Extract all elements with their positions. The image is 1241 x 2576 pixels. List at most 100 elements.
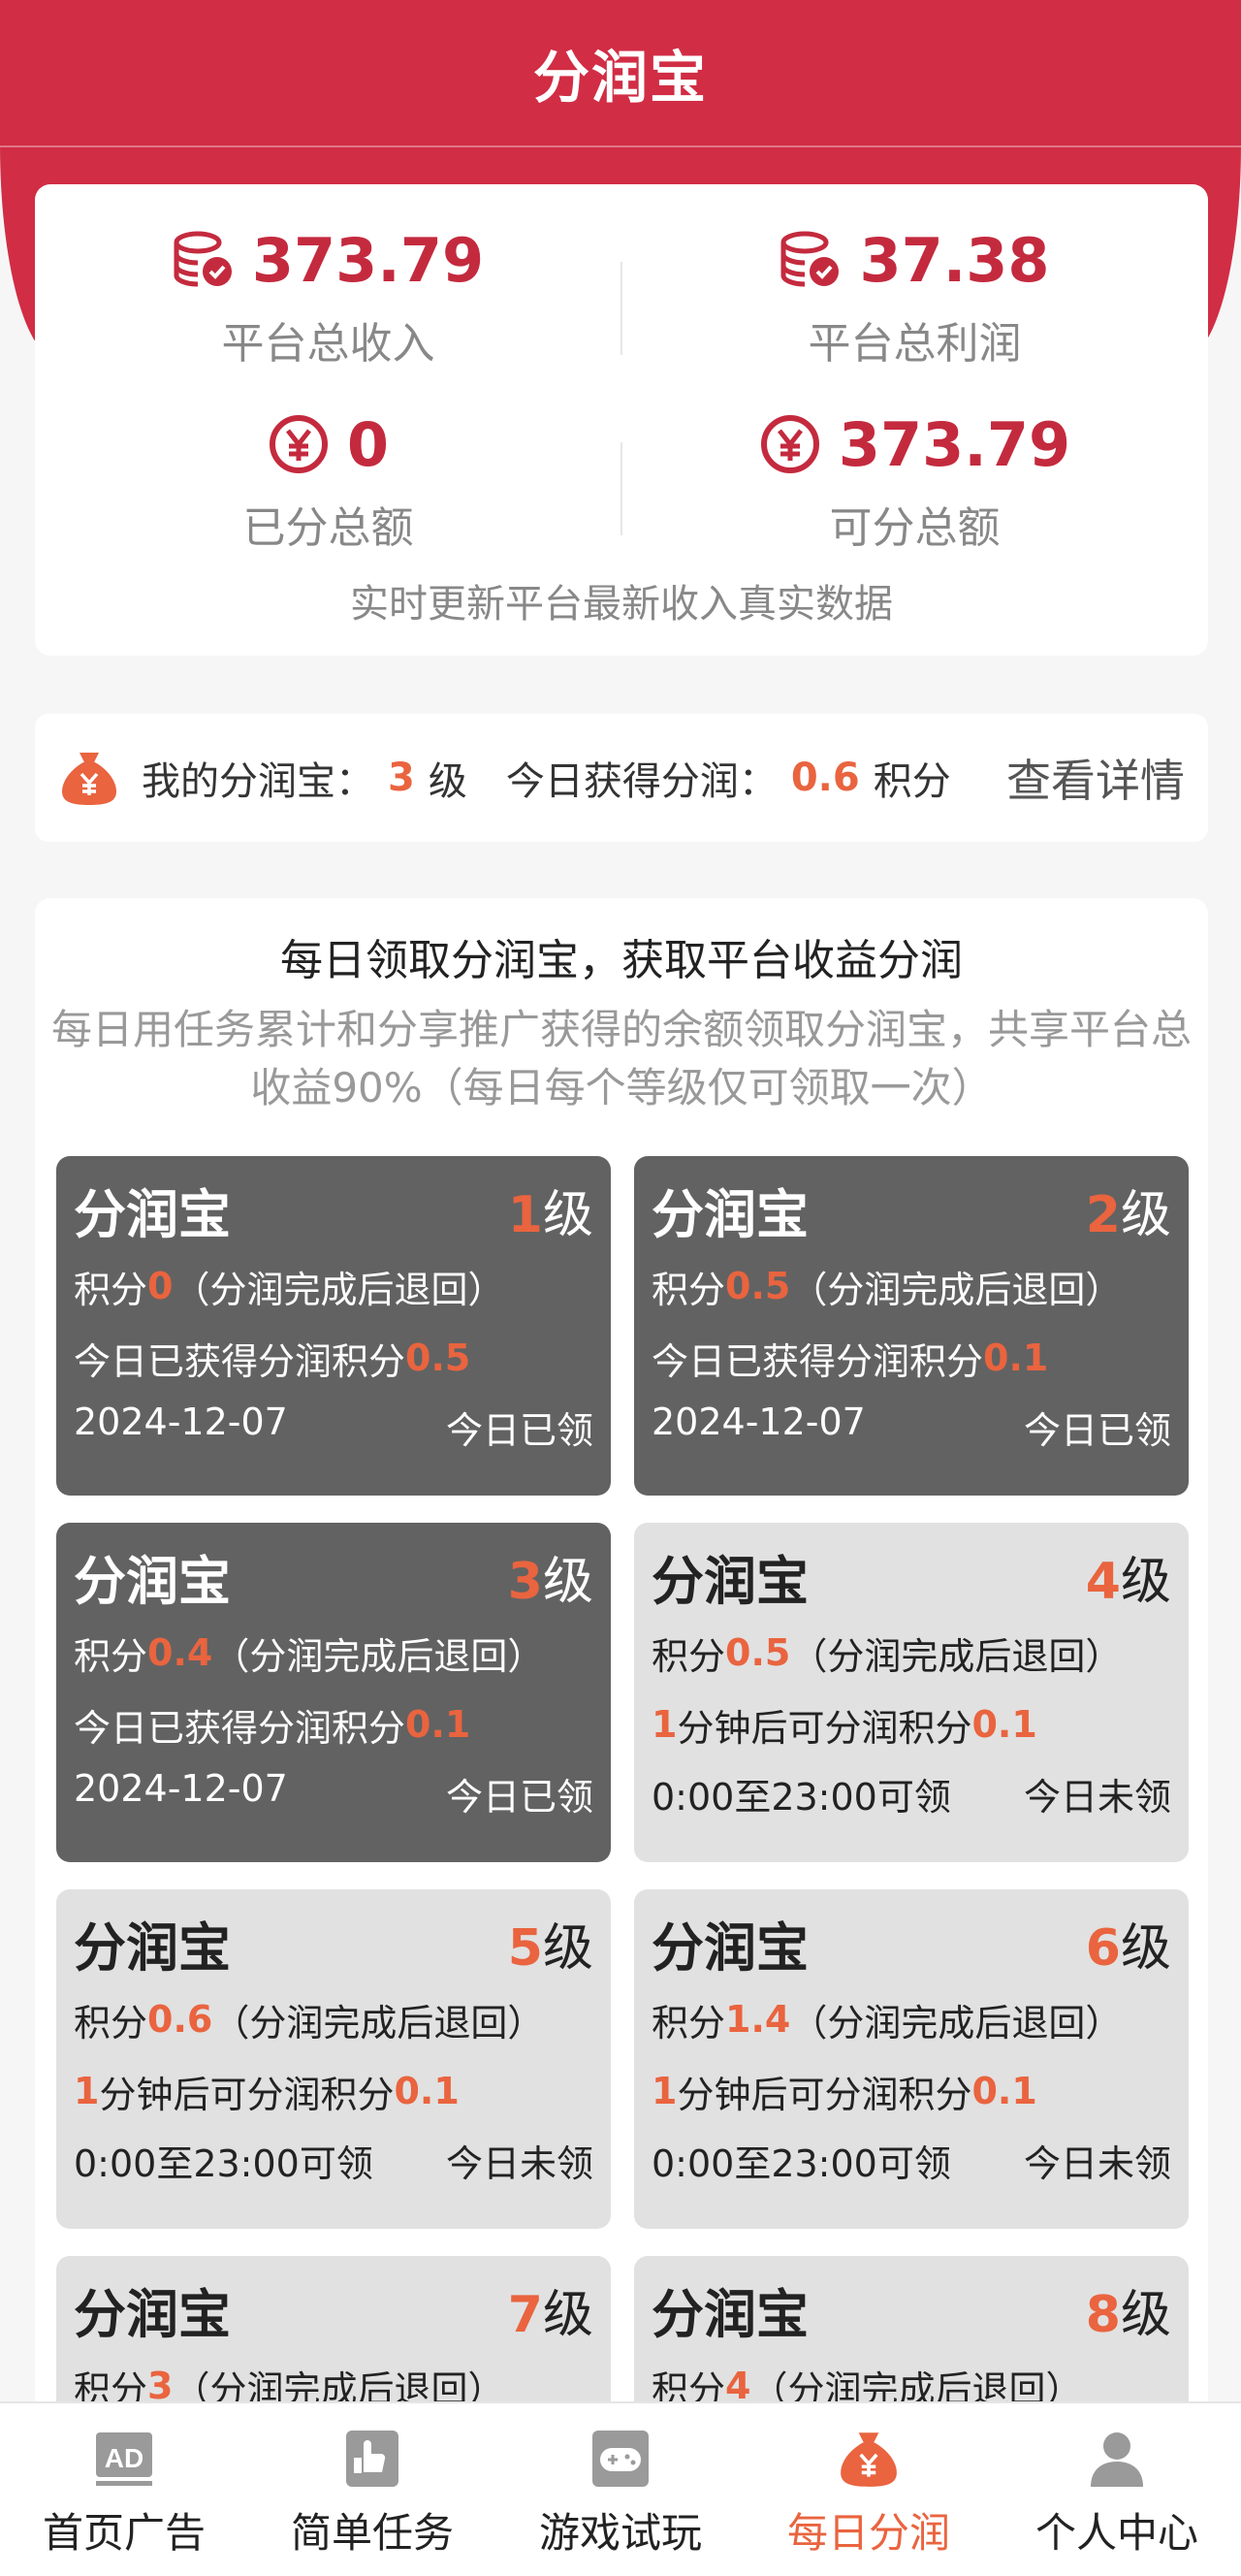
card-profit-value: 0.1 xyxy=(983,1336,1049,1379)
tab-label: 个人中心 xyxy=(1034,2509,1198,2557)
card-date: 0:00至23:00可领 xyxy=(652,2142,951,2185)
tab-personal-center[interactable]: 个人中心 xyxy=(993,2403,1241,2576)
card-claim-status[interactable]: 今日已领 xyxy=(1024,1401,1171,1454)
card-level: 5级 xyxy=(508,1907,593,1980)
card-level-unit: 级 xyxy=(1120,2285,1171,2344)
card-level-number: 5 xyxy=(507,1918,543,1978)
card-name: 分润宝 xyxy=(652,1550,809,1612)
card-points-value: 0.5 xyxy=(725,1265,791,1307)
my-level-label: 我的分润宝： xyxy=(142,759,374,804)
view-details-link[interactable]: 查看详情 xyxy=(1006,746,1185,810)
stat-total-income: 373.79 平台总收入 xyxy=(35,221,621,370)
card-level-unit: 级 xyxy=(1120,1185,1171,1244)
card-level-unit: 级 xyxy=(542,2285,593,2344)
bottom-tab-bar: AD 首页广告 简单任务 游戏试玩 每日分润 个人中心 xyxy=(0,2401,1241,2576)
card-header: 分润宝 8级 xyxy=(652,2273,1171,2346)
card-level-unit: 级 xyxy=(1120,1552,1171,1611)
level-card-3[interactable]: 分润宝 3级 积分 0.4 （分润完成后退回） 今日已获得分润积分 0.1 2024-12-0… xyxy=(56,1523,611,1862)
card-points-value: 0.4 xyxy=(147,1631,213,1674)
card-profit-line: 今日已获得分润积分 0.5 xyxy=(74,1329,593,1387)
level-card-1[interactable]: 分润宝 1级 积分 0 （分润完成后退回） 今日已获得分润积分 0.5 2024-12-07 今… xyxy=(56,1156,611,1496)
card-points-line: 积分 0.5 （分润完成后退回） xyxy=(652,1257,1171,1315)
user-icon xyxy=(1091,2432,1143,2487)
card-header: 分润宝 1级 xyxy=(74,1174,593,1246)
card-claim-status[interactable]: 今日未领 xyxy=(1024,1767,1171,1820)
card-level: 2级 xyxy=(1086,1174,1171,1246)
stat-label: 已分总额 xyxy=(242,503,414,553)
level-card-grid: 分润宝 1级 积分 0 （分润完成后退回） 今日已获得分润积分 0.5 2024-12-07 今… xyxy=(56,1156,1189,2528)
card-level-number: 2 xyxy=(1085,1185,1121,1244)
card-level-unit: 级 xyxy=(1120,1918,1171,1978)
my-level-unit: 级 xyxy=(428,759,467,804)
tab-simple-tasks[interactable]: 简单任务 xyxy=(248,2403,496,2576)
card-date: 0:00至23:00可领 xyxy=(652,1776,951,1819)
card-header: 分润宝 7级 xyxy=(74,2275,593,2345)
tab-label: 每日分润 xyxy=(786,2509,950,2557)
level-card-2[interactable]: 分润宝 2级 积分 0.5 （分润完成后退回） 今日已获得分润积分 0.1 2024-12-0… xyxy=(634,1156,1189,1496)
stats-card: 373.79 平台总收入 37.38 平台总利润 0 已分总额 373.79 可… xyxy=(35,184,1208,656)
tab-game-trial[interactable]: 游戏试玩 xyxy=(496,2403,745,2576)
card-points-line: 积分 1.4 （分润完成后退回） xyxy=(652,1990,1171,2048)
card-profit-mid: 分钟后可分润积分 xyxy=(99,2073,395,2116)
card-claim-status[interactable]: 今日未领 xyxy=(1024,2134,1171,2187)
card-level-number: 8 xyxy=(1085,2285,1121,2344)
my-level-value: 3 xyxy=(388,756,415,800)
card-points-suffix: （分润完成后退回） xyxy=(790,1268,1123,1311)
tab-home-ads[interactable]: AD 首页广告 xyxy=(0,2403,248,2576)
tab-label: 首页广告 xyxy=(42,2509,206,2557)
card-profit-line: 今日已获得分润积分 0.1 xyxy=(74,1695,593,1754)
card-level-number: 3 xyxy=(507,1552,543,1611)
card-bottom-row: 2024-12-07 今日已领 xyxy=(74,1767,593,1820)
card-claim-status[interactable]: 今日已领 xyxy=(446,1767,593,1820)
card-profit-prefix: 今日已获得分润积分 xyxy=(652,1339,984,1383)
today-profit-value: 0.6 xyxy=(790,756,860,800)
coins-icon xyxy=(780,231,840,287)
task-icon xyxy=(346,2431,398,2487)
card-name: 分润宝 xyxy=(652,2283,809,2345)
card-profit-mid: 分钟后可分润积分 xyxy=(677,1706,972,1750)
level-card-6[interactable]: 分润宝 6级 积分 1.4 （分润完成后退回） 1 分钟后可分润积分 0.1 0:00至23:0… xyxy=(634,1889,1189,2229)
card-points-suffix: （分润完成后退回） xyxy=(212,1634,545,1678)
card-points-suffix: （分润完成后退回） xyxy=(790,1634,1123,1678)
card-level-number: 6 xyxy=(1085,1918,1121,1978)
level-card-5[interactable]: 分润宝 5级 积分 0.6 （分润完成后退回） 1 分钟后可分润积分 0.1 0:00至23:0… xyxy=(56,1889,611,2229)
card-profit-prefix: 今日已获得分润积分 xyxy=(74,1339,406,1383)
card-profit-value: 0.1 xyxy=(405,1703,471,1746)
card-header: 分润宝 3级 xyxy=(74,1542,593,1612)
card-level-unit: 级 xyxy=(542,1552,593,1611)
card-points-line: 积分 0.6 （分润完成后退回） xyxy=(74,1990,593,2048)
card-points-prefix: 积分 xyxy=(652,1634,726,1678)
stats-note: 实时更新平台最新收入真实数据 xyxy=(350,582,893,627)
stat-value: 0 xyxy=(346,408,390,480)
card-level: 1级 xyxy=(508,1174,593,1246)
yuan-coin-icon xyxy=(269,415,328,473)
stat-total-profit: 37.38 平台总利润 xyxy=(621,221,1208,370)
card-claim-status[interactable]: 今日已领 xyxy=(446,1401,593,1454)
card-level-number: 7 xyxy=(507,2285,543,2344)
card-profit-value2: 0.1 xyxy=(971,1703,1037,1746)
stat-label: 平台总收入 xyxy=(221,319,435,369)
stat-value: 373.79 xyxy=(251,224,485,296)
card-profit-prefix: 今日已获得分润积分 xyxy=(74,1706,406,1750)
stat-distributed: 0 已分总额 xyxy=(35,405,621,555)
card-level: 8级 xyxy=(1086,2273,1171,2346)
stat-label: 可分总额 xyxy=(829,503,1001,553)
card-name: 分润宝 xyxy=(74,1550,231,1612)
card-date: 0:00至23:00可领 xyxy=(74,2142,373,2185)
tab-label: 游戏试玩 xyxy=(538,2509,702,2557)
yuan-coin-icon xyxy=(760,415,819,473)
card-profit-value: 1 xyxy=(652,2070,678,2112)
card-points-value: 0 xyxy=(147,1265,174,1307)
tab-daily-profit[interactable]: 每日分润 xyxy=(745,2403,993,2576)
card-level-unit: 级 xyxy=(542,1918,593,1978)
card-header: 分润宝 5级 xyxy=(74,1907,593,1980)
card-points-suffix: （分润完成后退回） xyxy=(212,2001,545,2045)
card-claim-status[interactable]: 今日未领 xyxy=(446,2134,593,2187)
page-title: 分润宝 xyxy=(0,0,1241,147)
card-level-number: 1 xyxy=(507,1185,543,1244)
card-bottom-row: 0:00至23:00可领 今日未领 xyxy=(652,2134,1171,2187)
card-name: 分润宝 xyxy=(74,1183,231,1245)
card-bottom-row: 2024-12-07 今日已领 xyxy=(652,1401,1171,1454)
level-card-4[interactable]: 分润宝 4级 积分 0.5 （分润完成后退回） 1 分钟后可分润积分 0.1 0:00至23:0… xyxy=(634,1523,1189,1862)
card-profit-value: 0.5 xyxy=(405,1336,471,1379)
